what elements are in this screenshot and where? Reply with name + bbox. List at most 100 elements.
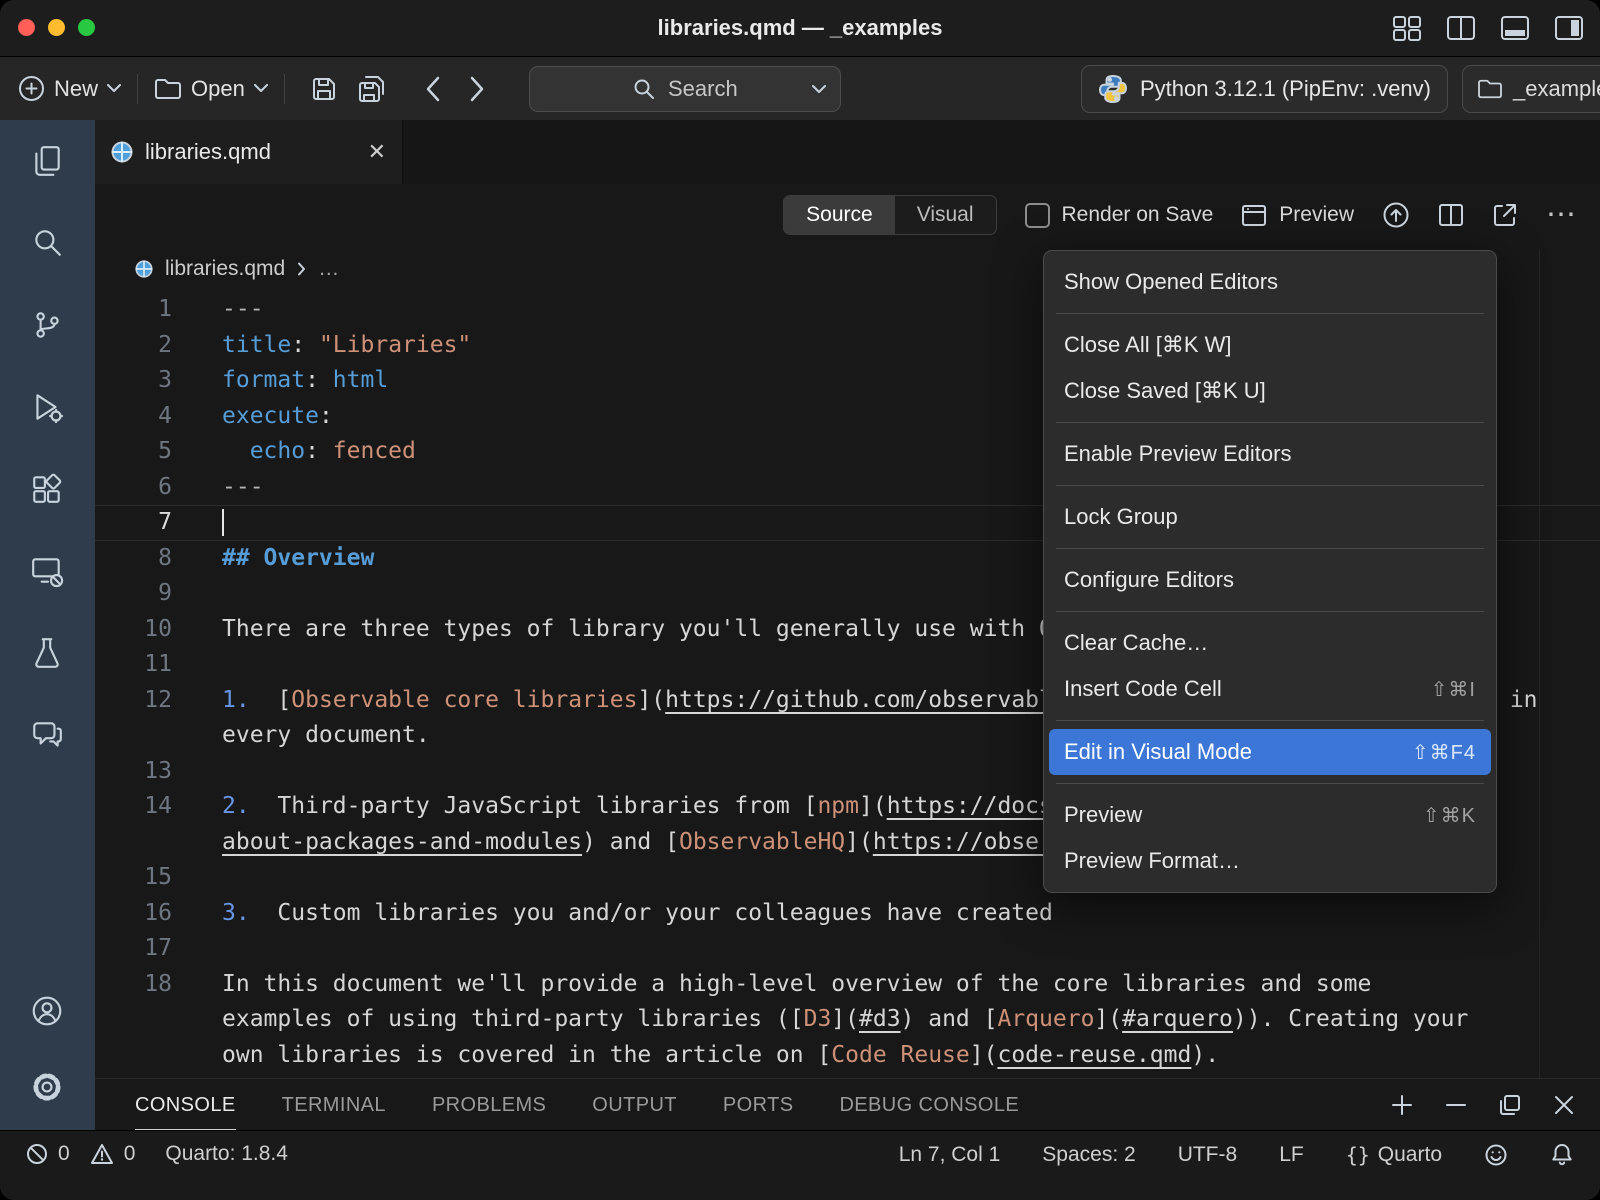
search-sidebar-icon[interactable] xyxy=(30,226,66,262)
panel-tab-debug-console[interactable]: DEBUG CONSOLE xyxy=(839,1079,1019,1131)
menu-item-label: Enable Preview Editors xyxy=(1064,441,1291,467)
account-icon[interactable] xyxy=(30,994,66,1030)
line-content: every document. xyxy=(222,718,430,754)
layout-grid-icon[interactable] xyxy=(1392,15,1422,42)
panel-restore-icon[interactable] xyxy=(1498,1093,1522,1117)
chevron-right-icon xyxy=(297,262,306,276)
code-line[interactable]: 17 xyxy=(95,931,1600,967)
menu-item-preview-format[interactable]: Preview Format… xyxy=(1049,838,1491,884)
panel-bottom-icon[interactable] xyxy=(1500,15,1530,41)
panel-plus-icon[interactable] xyxy=(1390,1093,1414,1117)
menu-item-shortcut: ⇧⌘K xyxy=(1423,803,1476,828)
code-line[interactable]: examples of using third-party libraries … xyxy=(95,1002,1600,1038)
line-content: echo: fenced xyxy=(222,434,416,470)
line-number xyxy=(95,1038,172,1074)
forward-icon[interactable] xyxy=(469,76,485,102)
menu-item-show-opened-editors[interactable]: Show Opened Editors xyxy=(1049,259,1491,305)
render-on-save-checkbox[interactable] xyxy=(1025,203,1050,228)
code-line[interactable]: own libraries is covered in the article … xyxy=(95,1038,1600,1074)
panel-tab-ports[interactable]: PORTS xyxy=(723,1079,794,1131)
menu-item-close-all-k-w[interactable]: Close All [⌘K W] xyxy=(1049,322,1491,368)
panel-minimize-icon[interactable] xyxy=(1444,1093,1468,1117)
line-number xyxy=(95,1002,172,1038)
panel-tab-terminal[interactable]: TERMINAL xyxy=(282,1079,386,1131)
open-external-icon[interactable] xyxy=(1492,202,1518,228)
panel-tab-problems[interactable]: PROBLEMS xyxy=(432,1079,546,1131)
status-eol[interactable]: LF xyxy=(1279,1143,1304,1167)
search-icon xyxy=(632,77,656,101)
menu-item-clear-cache[interactable]: Clear Cache… xyxy=(1049,620,1491,666)
new-button[interactable]: New xyxy=(18,75,121,102)
menu-item-label: Preview Format… xyxy=(1064,848,1240,874)
line-number: 5 xyxy=(95,434,172,470)
status-line-col[interactable]: Ln 7, Col 1 xyxy=(899,1143,1001,1167)
more-actions-icon[interactable]: ⋯ xyxy=(1546,210,1578,220)
menu-item-lock-group[interactable]: Lock Group xyxy=(1049,494,1491,540)
menu-item-insert-code-cell[interactable]: Insert Code Cell⇧⌘I xyxy=(1049,666,1491,712)
menu-item-label: Lock Group xyxy=(1064,504,1178,530)
open-button-label: Open xyxy=(191,76,245,102)
run-debug-icon[interactable] xyxy=(30,390,66,426)
menu-separator xyxy=(1056,313,1484,314)
breadcrumb-file[interactable]: libraries.qmd xyxy=(165,257,285,281)
menu-item-enable-preview-editors[interactable]: Enable Preview Editors xyxy=(1049,431,1491,477)
menu-item-label: Insert Code Cell xyxy=(1064,676,1222,702)
render-up-icon[interactable] xyxy=(1382,201,1410,229)
menu-item-close-saved-k-u[interactable]: Close Saved [⌘K U] xyxy=(1049,368,1491,414)
preview-button[interactable]: Preview xyxy=(1241,203,1354,227)
new-button-label: New xyxy=(54,76,98,102)
panel-tab-output[interactable]: OUTPUT xyxy=(592,1079,677,1131)
line-content: examples of using third-party libraries … xyxy=(222,1002,1468,1038)
chevron-down-icon xyxy=(107,84,121,93)
save-icon[interactable] xyxy=(311,76,337,102)
visual-mode-button[interactable]: Visual xyxy=(895,196,996,234)
preview-icon xyxy=(1241,204,1267,227)
search-input[interactable]: Search xyxy=(529,66,841,112)
testing-beaker-icon[interactable] xyxy=(30,636,66,672)
status-quarto-version[interactable]: Quarto: 1.8.4 xyxy=(165,1142,288,1166)
menu-item-label: Show Opened Editors xyxy=(1064,269,1278,295)
menu-separator xyxy=(1056,422,1484,423)
split-editor-icon[interactable] xyxy=(1438,203,1464,227)
line-number: 14 xyxy=(95,789,172,825)
source-control-icon[interactable] xyxy=(30,308,66,344)
panel-tab-console[interactable]: CONSOLE xyxy=(135,1079,236,1131)
split-columns-icon[interactable] xyxy=(1446,15,1476,41)
open-button[interactable]: Open xyxy=(154,76,268,102)
render-on-save-control[interactable]: Render on Save xyxy=(1025,203,1214,228)
quarto-file-icon xyxy=(111,141,133,163)
extensions-icon[interactable] xyxy=(30,472,66,508)
remote-explorer-icon[interactable] xyxy=(30,554,66,590)
line-content: format: html xyxy=(222,363,388,399)
breadcrumb-ellipsis[interactable]: … xyxy=(318,257,339,281)
comments-icon[interactable] xyxy=(30,718,66,754)
explorer-icon[interactable] xyxy=(30,144,66,180)
back-icon[interactable] xyxy=(425,76,441,102)
source-mode-button[interactable]: Source xyxy=(784,196,895,234)
status-language-mode[interactable]: {} Quarto xyxy=(1346,1143,1442,1167)
menu-item-label: Edit in Visual Mode xyxy=(1064,739,1252,765)
tab-close-icon[interactable]: ✕ xyxy=(368,139,386,165)
line-number: 9 xyxy=(95,576,172,612)
workspace-folder-button[interactable]: _examples xyxy=(1462,65,1600,113)
code-line[interactable]: 163. Custom libraries you and/or your co… xyxy=(95,896,1600,932)
menu-item-shortcut: ⇧⌘F4 xyxy=(1412,740,1476,765)
problems-indicator[interactable]: 0 0 xyxy=(26,1142,135,1166)
interpreter-selector[interactable]: Python 3.12.1 (PipEnv: .venv) xyxy=(1081,65,1448,113)
line-content: ## Overview xyxy=(222,541,374,577)
settings-gear-icon[interactable] xyxy=(30,1070,66,1106)
menu-item-configure-editors[interactable]: Configure Editors xyxy=(1049,557,1491,603)
panel-close-icon[interactable] xyxy=(1552,1093,1576,1117)
save-all-icon[interactable] xyxy=(357,75,387,103)
panel-right-icon[interactable] xyxy=(1554,15,1584,41)
toolbar-divider xyxy=(284,74,285,104)
menu-item-preview[interactable]: Preview⇧⌘K xyxy=(1049,792,1491,838)
status-encoding[interactable]: UTF-8 xyxy=(1178,1143,1238,1167)
code-line[interactable]: 18In this document we'll provide a high-… xyxy=(95,967,1600,1003)
notifications-bell-icon[interactable] xyxy=(1550,1142,1574,1167)
menu-item-edit-in-visual-mode[interactable]: Edit in Visual Mode ⇧⌘F4 xyxy=(1049,729,1491,775)
window-title: libraries.qmd — _examples xyxy=(0,0,1600,56)
feedback-smiley-icon[interactable] xyxy=(1484,1143,1508,1167)
tab-libraries-qmd[interactable]: libraries.qmd ✕ xyxy=(95,120,403,184)
status-indentation[interactable]: Spaces: 2 xyxy=(1042,1143,1135,1167)
